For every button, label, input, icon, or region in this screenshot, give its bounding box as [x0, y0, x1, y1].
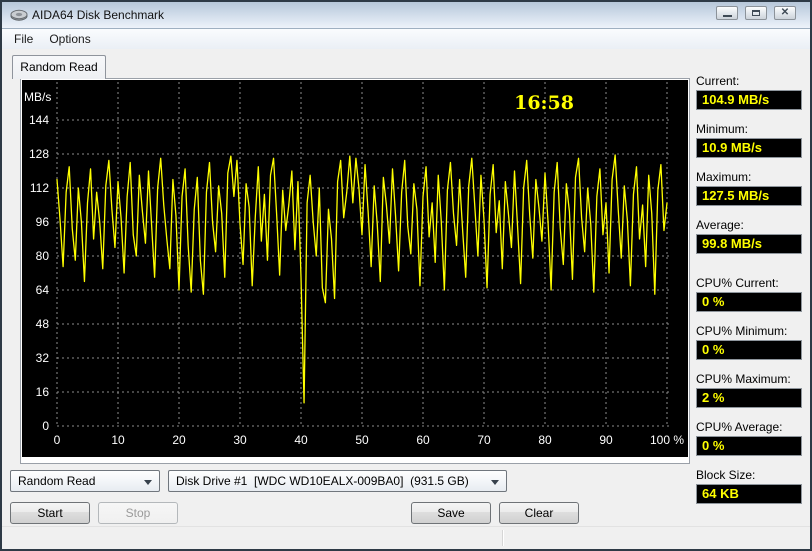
svg-text:128: 128	[29, 147, 49, 161]
stat-value-cpu-current: 0 %	[696, 292, 802, 312]
svg-text:20: 20	[172, 433, 186, 447]
benchmark-chart: 0 10 20 30 40 50 60 70 80 90 100 % 144 128 112 96 80 64 4…	[22, 80, 688, 457]
stat-label-maximum: Maximum:	[696, 170, 751, 184]
minimize-icon	[723, 15, 732, 17]
chevron-down-icon	[491, 480, 499, 485]
svg-text:70: 70	[477, 433, 491, 447]
chevron-down-icon	[144, 480, 152, 485]
svg-text:32: 32	[36, 351, 50, 365]
stop-button[interactable]: Stop	[98, 502, 178, 524]
close-button[interactable]: ✕	[774, 6, 796, 20]
status-bar-separator	[502, 530, 503, 546]
svg-text:50: 50	[355, 433, 369, 447]
svg-text:16:58: 16:58	[514, 92, 574, 114]
svg-text:16: 16	[36, 385, 50, 399]
title-bar: AIDA64 Disk Benchmark ✕	[2, 2, 810, 29]
menu-bar: File Options	[2, 29, 810, 49]
stat-value-cpu-maximum: 2 %	[696, 388, 802, 408]
benchmark-type-select[interactable]: Random Read	[10, 470, 160, 492]
stat-value-block-size: 64 KB	[696, 484, 802, 504]
svg-text:80: 80	[36, 249, 50, 263]
stat-label-cpu-maximum: CPU% Maximum:	[696, 372, 791, 386]
maximize-icon	[752, 10, 760, 16]
svg-text:MB/s: MB/s	[24, 90, 51, 104]
start-button[interactable]: Start	[10, 502, 90, 524]
svg-text:100 %: 100 %	[650, 433, 684, 447]
stat-value-cpu-minimum: 0 %	[696, 340, 802, 360]
clear-button[interactable]: Clear	[499, 502, 579, 524]
svg-text:80: 80	[538, 433, 552, 447]
status-bar	[2, 526, 810, 549]
svg-text:40: 40	[294, 433, 308, 447]
stat-value-cpu-average: 0 %	[696, 436, 802, 456]
svg-text:60: 60	[416, 433, 430, 447]
stat-label-cpu-current: CPU% Current:	[696, 276, 779, 290]
svg-text:30: 30	[233, 433, 247, 447]
svg-text:144: 144	[29, 113, 49, 127]
stat-label-current: Current:	[696, 74, 739, 88]
svg-text:96: 96	[36, 215, 50, 229]
menu-file[interactable]: File	[6, 30, 41, 48]
stat-label-cpu-minimum: CPU% Minimum:	[696, 324, 787, 338]
window-controls: ✕	[716, 6, 796, 20]
svg-text:64: 64	[36, 283, 50, 297]
tab-random-read[interactable]: Random Read	[12, 55, 106, 79]
svg-text:90: 90	[599, 433, 613, 447]
chart-panel: 0 10 20 30 40 50 60 70 80 90 100 % 144 128 112 96 80 64 4…	[20, 78, 690, 464]
stat-value-average: 99.8 MB/s	[696, 234, 802, 254]
save-button[interactable]: Save	[411, 502, 491, 524]
svg-text:0: 0	[54, 433, 61, 447]
window-title: AIDA64 Disk Benchmark	[32, 8, 164, 22]
stat-label-cpu-average: CPU% Average:	[696, 420, 783, 434]
app-window: AIDA64 Disk Benchmark ✕ File Options Ran…	[0, 0, 812, 551]
svg-text:112: 112	[30, 181, 49, 195]
svg-text:48: 48	[36, 317, 50, 331]
app-disk-icon	[10, 8, 28, 22]
stat-value-maximum: 127.5 MB/s	[696, 186, 802, 206]
menu-options[interactable]: Options	[41, 30, 98, 48]
svg-text:10: 10	[111, 433, 125, 447]
stat-label-minimum: Minimum:	[696, 122, 748, 136]
stat-value-minimum: 10.9 MB/s	[696, 138, 802, 158]
stat-label-block-size: Block Size:	[696, 468, 755, 482]
close-icon: ✕	[775, 7, 795, 19]
benchmark-type-value: Random Read	[18, 474, 95, 488]
stat-value-current: 104.9 MB/s	[696, 90, 802, 110]
maximize-button[interactable]	[745, 6, 767, 20]
minimize-button[interactable]	[716, 6, 738, 20]
stat-label-average: Average:	[696, 218, 744, 232]
svg-text:0: 0	[42, 419, 49, 433]
plot-area: 0 10 20 30 40 50 60 70 80 90 100 % 144 128 112 96 80 64 4…	[22, 80, 688, 457]
drive-select[interactable]: Disk Drive #1 [WDC WD10EALX-009BA0] (931…	[168, 470, 507, 492]
drive-select-value: Disk Drive #1 [WDC WD10EALX-009BA0] (931…	[176, 474, 469, 488]
